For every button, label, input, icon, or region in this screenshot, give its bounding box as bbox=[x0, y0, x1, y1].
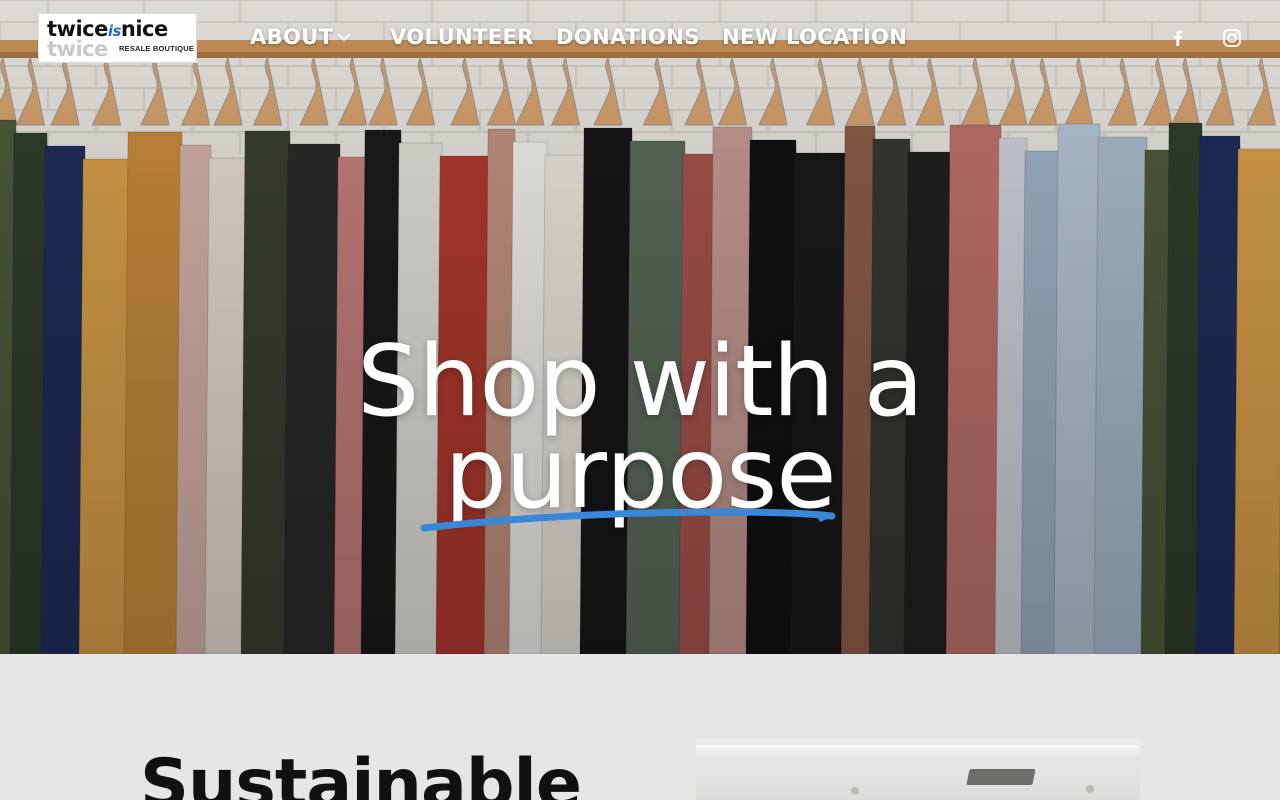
section-image bbox=[696, 739, 1140, 800]
ceiling-fixture bbox=[1086, 785, 1094, 793]
nav-item-about[interactable]: ABOUT bbox=[250, 22, 334, 52]
logo-tagline: RESALE BOUTIQUE bbox=[119, 44, 195, 53]
chevron-down-icon[interactable] bbox=[337, 32, 351, 42]
ceiling-light bbox=[696, 745, 1140, 759]
ceiling-vent bbox=[966, 769, 1036, 785]
headline-underline-stroke bbox=[420, 508, 836, 532]
instagram-icon[interactable] bbox=[1221, 27, 1243, 49]
logo-wordmark-bottom: twice bbox=[47, 37, 108, 61]
nav-item-new-location[interactable]: NEW LOCATION bbox=[722, 22, 907, 52]
nav-item-volunteer[interactable]: VOLUNTEER bbox=[390, 22, 534, 52]
nav-item-donations[interactable]: DONATIONS bbox=[556, 22, 700, 52]
section-title: Sustainable bbox=[140, 745, 582, 800]
ceiling-fixture bbox=[851, 787, 859, 795]
site-logo[interactable]: twiceisnice twice RESALE BOUTIQUE bbox=[38, 13, 197, 63]
facebook-icon[interactable] bbox=[1167, 27, 1189, 49]
